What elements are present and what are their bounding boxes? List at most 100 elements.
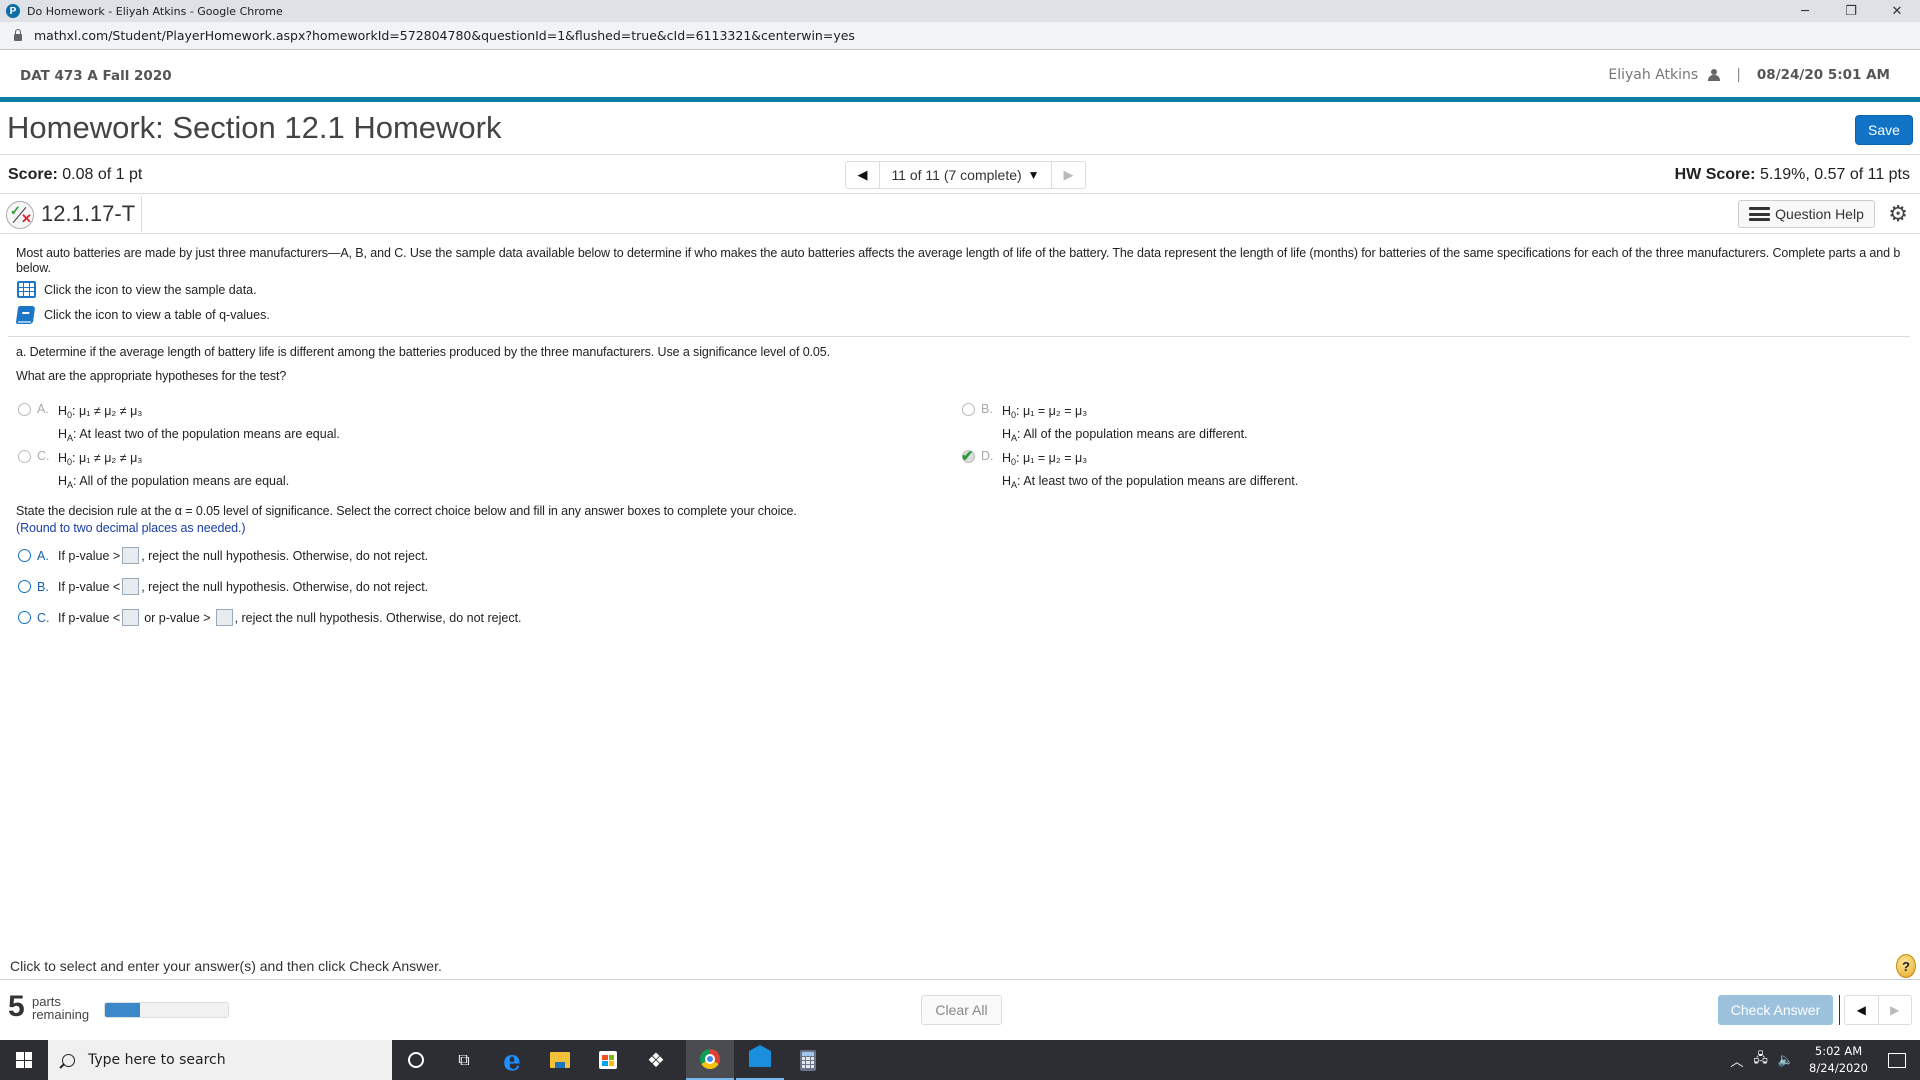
question-number: 12.1.17-T [41,201,136,226]
radio-c[interactable] [18,611,31,624]
answer-box[interactable] [122,547,140,564]
task-view-button[interactable]: ⧉ [440,1040,488,1080]
hypothesis-choice-b[interactable]: B. H0: μ₁ = μ₂ = μ₃ HA: All of the popul… [962,402,1248,448]
lock-icon[interactable] [14,28,22,41]
question-help-button[interactable]: Question Help [1738,200,1875,228]
minimize-button[interactable]: ─ [1782,0,1828,22]
restore-button[interactable]: ❐ [1828,0,1874,22]
sample-data-link[interactable]: Click the icon to view the sample data. [17,281,257,298]
taskbar-clock[interactable]: 5:02 AM 8/24/2020 [1809,1043,1868,1077]
answer-box-upper[interactable] [215,609,233,626]
system-tray: ︿ 🖧 🔈 5:02 AM 8/24/2020 [1725,1040,1920,1080]
gear-icon[interactable]: ⚙ [1888,202,1908,227]
choice-letter: B. [37,579,49,594]
progress-fill [105,1003,141,1017]
calculator-button[interactable] [784,1040,832,1080]
decision-choice-b[interactable]: B. If p-value < , reject the null hypoth… [18,578,428,595]
question-select-dropdown[interactable]: 11 of 11 (7 complete) ▼ [880,162,1051,188]
ha-line: HA: At least two of the population means… [1002,474,1299,490]
pearson-favicon-icon: P [6,4,20,18]
radio-b[interactable] [18,580,31,593]
hypothesis-choice-d[interactable]: ✔ D. H0: μ₁ = μ₂ = μ₃ HA: At least two o… [961,448,1299,495]
q-values-text: Click the icon to view a table of q-valu… [44,308,270,322]
ha-text: All of the population means are differen… [1023,427,1248,441]
choice-letter: C. [37,449,50,463]
address-bar[interactable]: mathxl.com/Student/PlayerHomework.aspx?h… [0,22,1920,50]
volume-icon[interactable]: 🔈 [1778,1053,1794,1068]
clock-time: 5:02 AM [1814,1044,1863,1058]
radio-a[interactable] [18,403,31,416]
clear-all-button[interactable]: Clear All [921,995,1002,1025]
store-icon [599,1051,617,1069]
rule-text-post: , reject the null hypothesis. Otherwise,… [141,548,429,563]
hypothesis-choice-a[interactable]: A. H0: μ₁ ≠ μ₂ ≠ μ₃ HA: At least two of … [18,402,340,448]
course-name[interactable]: DAT 473 A Fall 2020 [20,68,172,84]
answer-box-lower[interactable] [122,609,140,626]
app-header: DAT 473 A Fall 2020 Eliyah Atkins | 08/2… [0,50,1920,102]
parts-remaining-count: 5 [8,990,25,1023]
window-title: Do Homework - Eliyah Atkins - Google Chr… [27,4,283,18]
edge-button[interactable]: e [488,1040,536,1080]
decision-choice-a[interactable]: A. If p-value > , reject the null hypoth… [18,547,428,564]
answer-box[interactable] [122,578,140,595]
h0-text: μ₁ ≠ μ₂ ≠ μ₃ [79,404,143,418]
question-position: 11 of 11 (7 complete) [891,167,1022,183]
help-icon[interactable]: ? [1896,954,1916,978]
network-icon[interactable]: 🖧 [1753,1049,1768,1071]
start-button[interactable] [0,1040,48,1080]
rule-text-mid: or p-value > [144,610,211,625]
part-navigator: ◀ ▶ [1844,995,1912,1025]
hypothesis-choice-c[interactable]: C. H0: μ₁ ≠ μ₂ ≠ μ₃ HA: All of the popul… [18,449,289,495]
rule-text-pre: If p-value < [58,579,121,594]
radio-d-selected[interactable]: ✔ [961,448,975,465]
user-icon[interactable] [1708,69,1721,81]
choice-letter: A. [37,402,49,416]
radio-c[interactable] [18,450,31,463]
header-datetime: 08/24/20 5:01 AM [1756,67,1890,83]
clock-date: 8/24/2020 [1809,1061,1868,1075]
file-explorer-button[interactable] [536,1040,584,1080]
user-name[interactable]: Eliyah Atkins [1608,67,1698,83]
decision-choice-c[interactable]: C. If p-value < or p-value > , reject th… [18,609,522,626]
windows-taskbar: Type here to search ⧉ e ❖ ︿ 🖧 🔈 5:02 AM … [0,1040,1920,1080]
h0-text: μ₁ ≠ μ₂ ≠ μ₃ [79,451,143,465]
folder-icon [550,1052,570,1068]
next-part-button[interactable]: ▶ [1879,996,1912,1024]
taskbar-search-box[interactable]: Type here to search [48,1040,392,1080]
previous-question-button[interactable]: ◀ [846,162,880,188]
task-view-icon: ⧉ [458,1050,470,1069]
store-button[interactable] [584,1040,632,1080]
cortana-button[interactable] [392,1040,440,1080]
rule-text-post: , reject the null hypothesis. Otherwise,… [234,610,522,625]
check-answer-button[interactable]: Check Answer [1718,995,1833,1025]
radio-b[interactable] [962,403,975,416]
dropbox-button[interactable]: ❖ [632,1040,680,1080]
parts-remaining-label: parts remaining [32,994,90,1022]
previous-part-button[interactable]: ◀ [1845,996,1879,1024]
question-intro: Most auto batteries are made by just thr… [16,246,1901,275]
hw-score-value: 5.19%, 0.57 of 11 pts [1759,166,1910,183]
question-navigator: ◀ 11 of 11 (7 complete) ▼ ▶ [845,161,1086,189]
chevron-up-icon[interactable]: ︿ [1730,1051,1743,1070]
chrome-button[interactable] [686,1040,734,1080]
header-separator: | [1736,67,1741,83]
choice-letter: B. [981,402,993,416]
h0-text: μ₁ = μ₂ = μ₃ [1023,451,1088,465]
mail-icon [749,1045,771,1067]
radio-a[interactable] [18,549,31,562]
next-question-button[interactable]: ▶ [1051,162,1085,188]
save-button[interactable]: Save [1855,115,1913,145]
url-text[interactable]: mathxl.com/Student/PlayerHomework.aspx?h… [34,28,855,43]
notification-icon[interactable] [1888,1052,1906,1068]
ha-text: At least two of the population means are… [1023,474,1299,488]
mail-button[interactable] [736,1040,784,1080]
book-icon[interactable] [15,306,36,324]
q-values-link[interactable]: Click the icon to view a table of q-valu… [15,306,270,324]
question-help-label: Question Help [1775,206,1864,222]
ha-text: At least two of the population means are… [79,427,340,441]
close-button[interactable]: ✕ [1874,0,1920,22]
partial-credit-icon: ✓ ✕ [6,201,34,229]
calculator-icon [800,1049,816,1071]
parts-progress-bar [104,1002,229,1018]
data-table-icon[interactable] [17,281,36,298]
